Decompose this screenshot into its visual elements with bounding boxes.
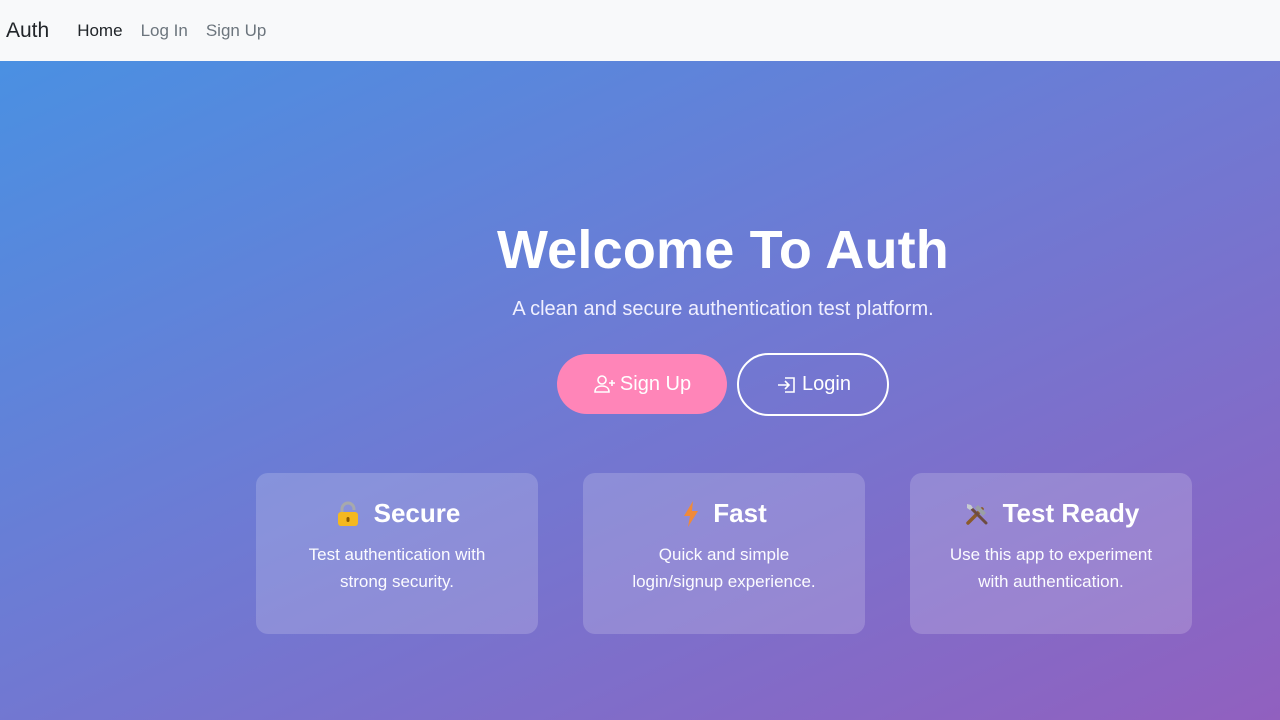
signup-button[interactable]: Sign Up <box>557 354 727 414</box>
login-button[interactable]: Login <box>737 353 889 416</box>
feature-card-test-ready: Test Ready Use this app to experiment wi… <box>910 473 1192 634</box>
login-arrow-icon <box>778 376 795 393</box>
person-add-icon <box>594 375 615 393</box>
hero-subtitle: A clean and secure authentication test p… <box>512 298 934 320</box>
navbar: Auth Home Log In Sign Up <box>0 0 1280 61</box>
feature-card-fast: Fast Quick and simple login/signup exper… <box>583 473 865 634</box>
nav-link-login[interactable]: Log In <box>141 21 188 41</box>
feature-card-secure: Secure Test authentication with strong s… <box>256 473 538 634</box>
nav-link-home[interactable]: Home <box>77 21 122 41</box>
feature-desc: Test authentication with strong security… <box>308 545 486 591</box>
hero-section: Welcome To Auth A clean and secure authe… <box>0 61 1280 720</box>
hero-title: Welcome To Auth <box>496 220 949 280</box>
lightning-icon <box>681 500 701 528</box>
signup-button-label: Sign Up <box>619 372 692 395</box>
feature-title: Test Ready <box>1002 498 1140 528</box>
nav-link-signup[interactable]: Sign Up <box>206 21 266 41</box>
feature-title: Secure <box>373 498 461 528</box>
lock-icon <box>334 500 362 528</box>
tools-icon <box>963 500 991 528</box>
login-button-label: Login <box>802 373 851 395</box>
feature-title: Fast <box>713 498 767 528</box>
feature-desc: Quick and simple login/signup experience… <box>632 545 816 591</box>
brand-link[interactable]: Auth <box>6 19 49 43</box>
feature-desc: Use this app to experiment with authenti… <box>949 545 1153 591</box>
